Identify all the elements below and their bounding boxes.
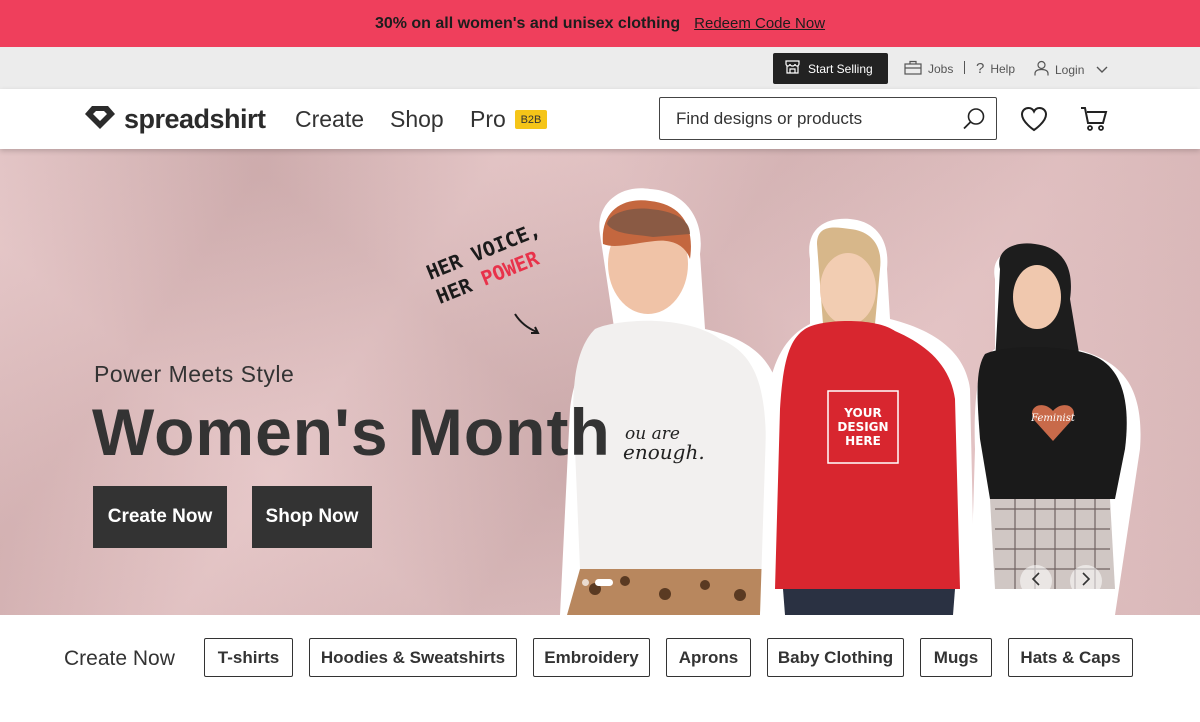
svg-text:Feminist: Feminist	[1030, 413, 1076, 424]
svg-text:YOUR: YOUR	[843, 406, 881, 420]
cart-icon[interactable]	[1080, 105, 1108, 138]
spreadshirt-logo[interactable]: spreadshirt	[82, 102, 266, 137]
svg-text:DESIGN: DESIGN	[837, 420, 888, 434]
help-link[interactable]: ? Help	[976, 60, 1015, 77]
category-aprons[interactable]: Aprons	[666, 638, 751, 677]
jobs-link[interactable]: Jobs	[904, 60, 953, 78]
carousel-next-button[interactable]	[1070, 565, 1102, 597]
start-selling-label: Start Selling	[808, 61, 873, 76]
arrow-doodle-icon	[512, 311, 544, 344]
hero-subtitle: Power Meets Style	[94, 361, 295, 387]
divider	[964, 61, 965, 74]
main-nav: spreadshirt Create Shop Pro B2B	[0, 89, 1200, 149]
b2b-badge: B2B	[515, 110, 547, 129]
category-t-shirts[interactable]: T-shirts	[204, 638, 293, 677]
redeem-code-link[interactable]: Redeem Code Now	[694, 15, 825, 32]
search-box	[659, 97, 997, 140]
storefront-icon	[785, 60, 800, 77]
svg-text:enough.: enough.	[623, 440, 705, 464]
chevron-left-icon	[1031, 571, 1041, 591]
category-strip: Create Now T-shirts Hoodies & Sweatshirt…	[0, 615, 1200, 722]
category-hats-caps[interactable]: Hats & Caps	[1008, 638, 1133, 677]
hero-title: Women's Month	[92, 395, 611, 469]
help-label: Help	[990, 61, 1016, 76]
create-now-label: Create Now	[64, 647, 175, 670]
carousel-dot[interactable]	[582, 579, 589, 586]
logo-text: spreadshirt	[124, 104, 266, 134]
heart-icon[interactable]	[1020, 106, 1048, 137]
her-voice-scribble: HER VOICE, HER POWER	[423, 216, 554, 309]
nav-shop[interactable]: Shop	[390, 106, 444, 133]
category-hoodies-sweatshirts[interactable]: Hoodies & Sweatshirts	[309, 638, 517, 677]
utility-bar: Start Selling Jobs ? Help Login	[0, 47, 1200, 89]
question-icon: ?	[976, 60, 985, 77]
login-label: Login	[1055, 62, 1085, 77]
hero-banner: HER VOICE, HER POWER ou are enough. YOUR…	[0, 149, 1200, 615]
promo-text: 30% on all women's and unisex clothing	[374, 14, 681, 32]
category-baby-clothing[interactable]: Baby Clothing	[767, 638, 904, 677]
carousel-prev-button[interactable]	[1020, 565, 1052, 597]
briefcase-icon	[904, 60, 922, 78]
category-embroidery[interactable]: Embroidery	[533, 638, 650, 677]
hero-models-image: ou are enough. YOUR DESIGN HERE Feminist	[560, 188, 1141, 615]
chevron-down-icon	[1096, 63, 1108, 77]
create-now-button[interactable]: Create Now	[93, 486, 227, 548]
user-icon	[1034, 60, 1049, 79]
login-link[interactable]: Login	[1034, 60, 1108, 79]
jobs-label: Jobs	[928, 62, 954, 76]
chevron-right-icon	[1081, 571, 1091, 591]
logo-heart-icon	[82, 102, 118, 137]
carousel-dots	[582, 579, 613, 586]
promo-banner: 30% on all women's and unisex clothing R…	[0, 0, 1200, 47]
start-selling-button[interactable]: Start Selling	[773, 53, 888, 84]
search-input[interactable]	[676, 108, 956, 129]
shop-now-button[interactable]: Shop Now	[252, 486, 372, 548]
category-mugs[interactable]: Mugs	[920, 638, 992, 677]
svg-text:HERE: HERE	[845, 434, 881, 448]
search-icon[interactable]	[962, 107, 986, 136]
carousel-dot-active[interactable]	[595, 579, 613, 586]
nav-pro[interactable]: Pro	[470, 106, 506, 133]
nav-create[interactable]: Create	[295, 106, 364, 133]
